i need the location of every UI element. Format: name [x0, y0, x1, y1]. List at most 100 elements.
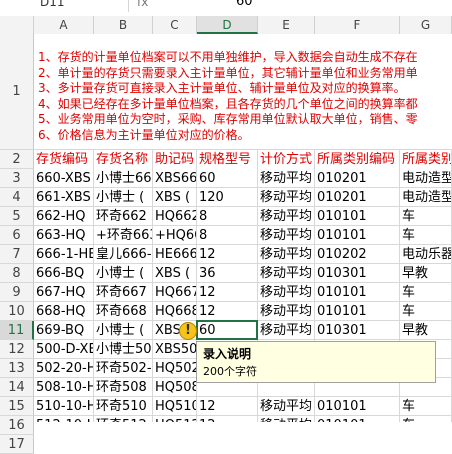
header-cell[interactable]: 计价方式 — [258, 150, 314, 169]
table-cell[interactable]: 车 — [400, 226, 451, 245]
table-cell[interactable]: 12 — [197, 302, 257, 321]
table-cell[interactable]: 小博士 ( — [94, 321, 152, 340]
table-cell[interactable]: 8 — [197, 226, 257, 245]
table-cell[interactable]: 早教 — [400, 321, 451, 340]
table-cell[interactable]: 663-HQ — [34, 226, 93, 245]
table-cell[interactable]: 移动平均 — [258, 245, 314, 264]
exclamation-warning-icon[interactable]: ! — [179, 322, 197, 340]
header-cell[interactable]: 所属类别 — [400, 150, 451, 169]
table-cell[interactable]: 661-XBS — [34, 188, 93, 207]
table-cell[interactable]: 早教 — [400, 264, 451, 283]
table-cell[interactable]: 车 — [400, 397, 451, 416]
row-header-13[interactable]: 13 — [0, 359, 34, 378]
header-cell[interactable]: 所属类别编码 — [315, 150, 399, 169]
table-cell[interactable]: 667-HQ — [34, 283, 93, 302]
table-cell[interactable]: 电动造型 — [400, 188, 451, 207]
table-cell[interactable]: 环奇508 — [94, 378, 152, 397]
table-cell[interactable]: XBS ( — [153, 264, 196, 283]
row-header-7[interactable]: 7 — [0, 245, 34, 264]
row-header-3[interactable]: 3 — [0, 169, 34, 188]
row-header-17[interactable]: 17 — [0, 435, 34, 454]
table-cell[interactable]: 皇儿666-1 — [94, 245, 152, 264]
sheet-grid[interactable]: 1、存货的计量单位档案可以不用单独维护，导入数据会自动生成不存在 2、单计量的存货… — [34, 34, 452, 422]
table-cell[interactable]: 移动平均 — [258, 169, 314, 188]
table-cell[interactable]: 12 — [197, 416, 257, 422]
table-cell[interactable]: 500-D-XB — [34, 340, 93, 359]
table-cell[interactable]: 环奇662 — [94, 207, 152, 226]
column-header-c[interactable]: C — [153, 16, 197, 34]
column-header-e[interactable]: E — [258, 16, 315, 34]
table-cell[interactable]: 508-10-H — [34, 378, 93, 397]
table-cell[interactable]: 车 — [400, 207, 451, 226]
instructions-cell[interactable]: 1、存货的计量单位档案可以不用单独维护，导入数据会自动生成不存在 2、单计量的存货… — [34, 34, 452, 150]
header-cell[interactable]: 规格型号 — [197, 150, 257, 169]
table-cell[interactable]: XBS660 — [153, 169, 196, 188]
table-cell[interactable]: 12 — [197, 245, 257, 264]
table-cell[interactable]: 010101 — [315, 226, 399, 245]
table-cell[interactable]: 010202 — [315, 245, 399, 264]
table-cell[interactable]: 电动乐器 — [400, 245, 451, 264]
table-cell[interactable]: 660-XBS — [34, 169, 93, 188]
table-cell[interactable]: 010101 — [315, 302, 399, 321]
table-cell[interactable]: 环奇510 — [94, 397, 152, 416]
table-cell[interactable]: 电动造型 — [400, 169, 451, 188]
table-cell[interactable]: 669-BQ — [34, 321, 93, 340]
table-cell[interactable]: HQ502 — [153, 359, 196, 378]
table-cell[interactable]: HQ668 — [153, 302, 196, 321]
row-header-1[interactable]: 1 — [0, 34, 34, 150]
row-header-15[interactable]: 15 — [0, 397, 34, 416]
row-header-16[interactable]: 16 — [0, 416, 34, 435]
table-cell[interactable]: 环奇668 — [94, 302, 152, 321]
table-cell[interactable]: 环奇512 — [94, 416, 152, 422]
table-cell[interactable]: 8 — [197, 207, 257, 226]
table-cell[interactable]: HQ510 — [153, 397, 196, 416]
table-cell[interactable]: 502-20-H — [34, 359, 93, 378]
table-cell[interactable]: 36 — [197, 264, 257, 283]
row-header-4[interactable]: 4 — [0, 188, 34, 207]
column-header-f[interactable]: F — [315, 16, 400, 34]
table-cell[interactable]: 环奇502-2 — [94, 359, 152, 378]
table-cell[interactable]: 移动平均 — [258, 397, 314, 416]
row-header-11[interactable]: 11 — [0, 321, 34, 340]
table-cell[interactable]: 环奇667 — [94, 283, 152, 302]
table-cell[interactable]: HQ662 — [153, 207, 196, 226]
table-cell[interactable]: 小博士 ( — [94, 188, 152, 207]
table-cell[interactable]: 010101 — [315, 207, 399, 226]
table-cell[interactable]: HQ667 — [153, 283, 196, 302]
table-cell[interactable]: 移动平均 — [258, 188, 314, 207]
table-cell[interactable]: 668-HQ — [34, 302, 93, 321]
table-cell[interactable]: 010101 — [315, 397, 399, 416]
table-cell[interactable]: 移动平均 — [258, 226, 314, 245]
header-cell[interactable]: 存货编码 — [34, 150, 93, 169]
table-cell[interactable]: 移动平均 — [258, 302, 314, 321]
table-cell[interactable]: 120 — [197, 188, 257, 207]
table-cell[interactable]: 666-BQ — [34, 264, 93, 283]
table-cell[interactable]: 666-1-HE — [34, 245, 93, 264]
table-cell[interactable]: 小博士500 — [94, 340, 152, 359]
table-cell[interactable]: 510-10-H — [34, 397, 93, 416]
select-all-corner[interactable] — [0, 16, 34, 34]
table-cell[interactable]: 010301 — [315, 264, 399, 283]
table-cell[interactable]: 010201 — [315, 169, 399, 188]
row-header-5[interactable]: 5 — [0, 207, 34, 226]
table-cell[interactable]: 010101 — [315, 416, 399, 422]
table-cell[interactable]: 小博士 ( — [94, 264, 152, 283]
table-cell[interactable]: +环奇663 — [94, 226, 152, 245]
row-header-10[interactable]: 10 — [0, 302, 34, 321]
table-cell[interactable]: 小博士660 — [94, 169, 152, 188]
table-cell[interactable]: 010201 — [315, 188, 399, 207]
table-cell[interactable]: +HQ663 — [153, 226, 196, 245]
table-cell[interactable]: 12 — [197, 283, 257, 302]
column-header-b[interactable]: B — [94, 16, 153, 34]
name-box[interactable]: D11 — [0, 0, 120, 13]
formula-input[interactable]: 60 — [236, 0, 253, 12]
row-header-6[interactable]: 6 — [0, 226, 34, 245]
table-cell[interactable]: 移动平均 — [258, 416, 314, 422]
row-header-2[interactable]: 2 — [0, 150, 34, 169]
header-cell[interactable]: 助记码 — [153, 150, 196, 169]
row-header-8[interactable]: 8 — [0, 264, 34, 283]
table-cell[interactable]: 512-10-H — [34, 416, 93, 422]
table-cell[interactable]: 移动平均 — [258, 283, 314, 302]
table-cell[interactable]: 移动平均 — [258, 321, 314, 340]
row-header-12[interactable]: 12 — [0, 340, 34, 359]
